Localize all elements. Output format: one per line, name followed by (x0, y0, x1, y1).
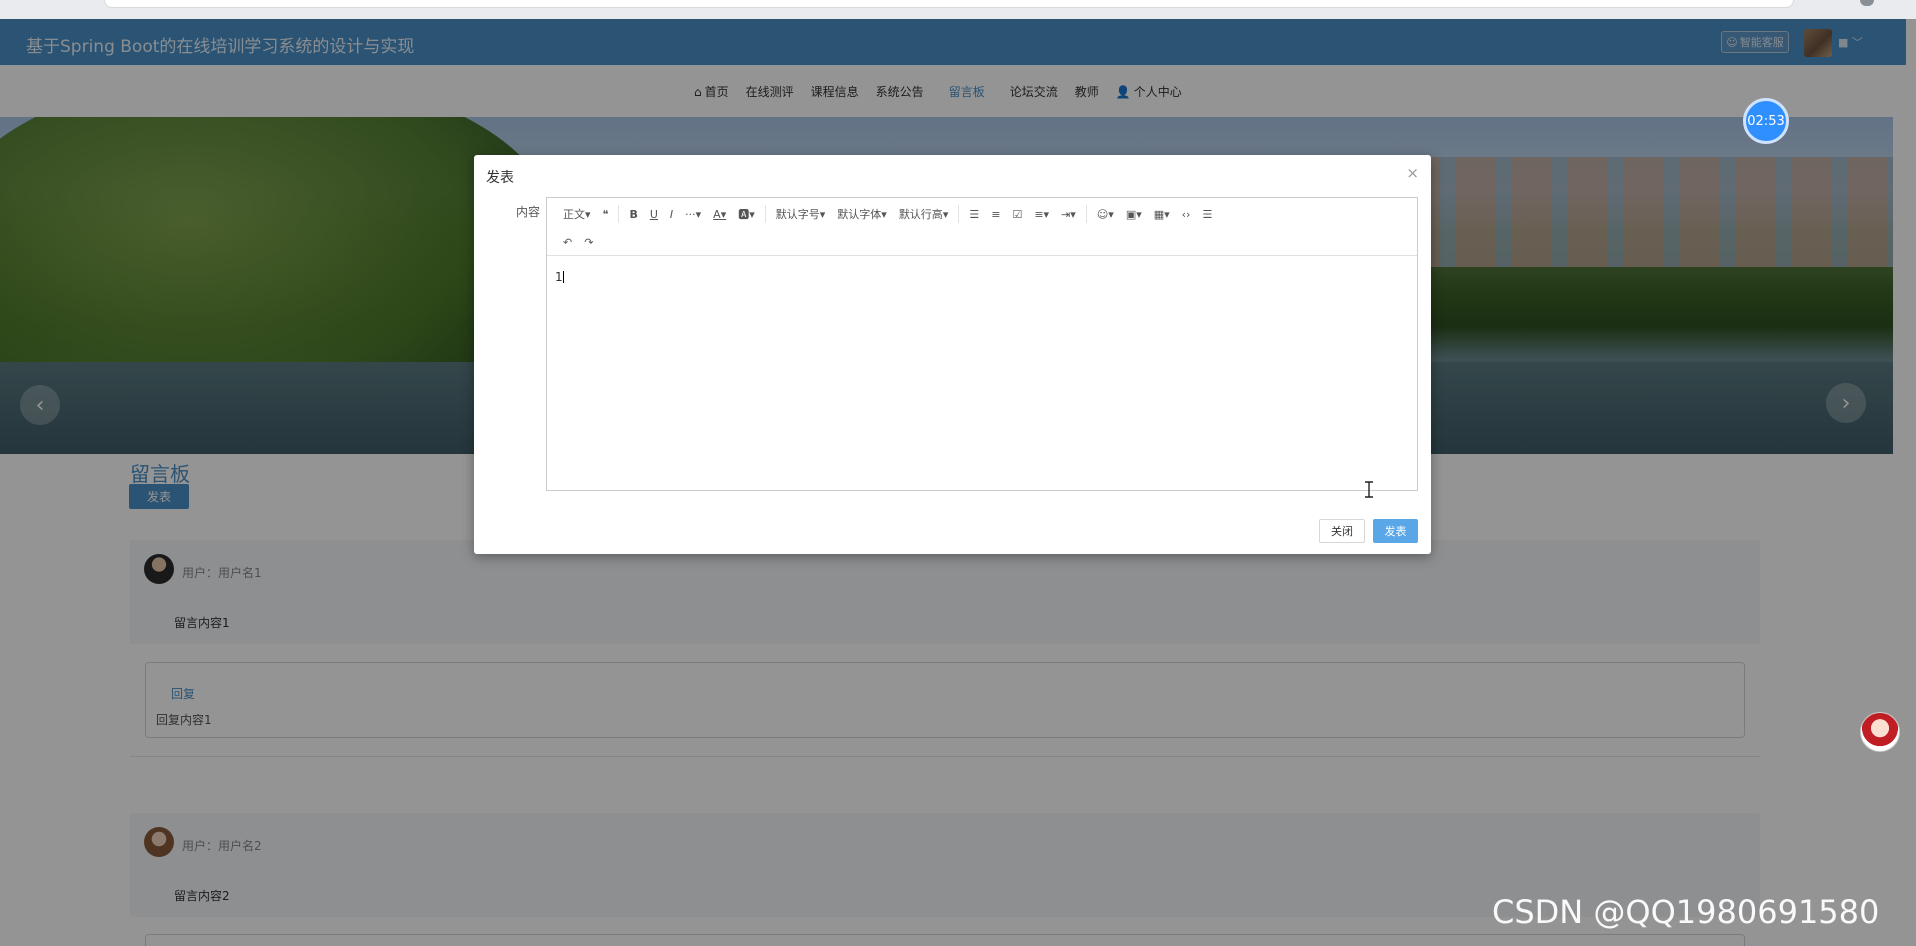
font-size-label: 默认字号 (775, 208, 820, 221)
editor-value: 1 (555, 270, 563, 284)
content-label: 内容 (516, 205, 541, 219)
paragraph-label: 正文 (563, 208, 585, 221)
image-icon[interactable]: ▣▾ (1120, 204, 1148, 224)
font-family-label: 默认字体 (837, 208, 882, 221)
browser-control-icon[interactable] (1860, 0, 1874, 6)
browser-top-bar (0, 0, 1916, 19)
font-family-select[interactable]: 默认字体 ▾ (831, 204, 893, 224)
redo-icon[interactable]: ↷ (578, 232, 599, 252)
timer-badge: 02:53 (1743, 98, 1789, 144)
line-height-select[interactable]: 默认行高 ▾ (893, 204, 955, 224)
editor-toolbar: 正文 ▾ ❝ B U I ···▾ A▾ 🅰▾ 默认字号 ▾ 默认字体 ▾ 默认行高 ▾… (547, 198, 1417, 256)
underline-icon[interactable]: U (644, 204, 664, 224)
caret-down-icon: ▾ (585, 207, 591, 221)
dialog-title: 发表 (486, 170, 514, 186)
address-bar[interactable] (104, 0, 1794, 8)
italic-icon[interactable]: I (664, 204, 679, 224)
rich-text-editor: 正文 ▾ ❝ B U I ···▾ A▾ 🅰▾ 默认字号 ▾ 默认字体 ▾ 默认行高 ▾… (546, 197, 1418, 491)
editor-content-area[interactable]: 1 (547, 256, 1417, 490)
code-icon[interactable]: ‹› (1176, 204, 1197, 224)
bold-icon[interactable]: B (623, 204, 643, 224)
toolbar-separator (764, 205, 766, 223)
font-size-select[interactable]: 默认字号 ▾ (770, 204, 832, 224)
toolbar-separator (1085, 205, 1087, 223)
text-caret (562, 271, 564, 283)
todo-list-icon[interactable]: ☑ (1006, 204, 1028, 224)
background-color-icon[interactable]: 🅰▾ (732, 204, 761, 224)
indent-icon[interactable]: ⇥▾ (1055, 204, 1082, 224)
numbered-list-icon[interactable]: ≡ (985, 204, 1006, 224)
watermark: CSDN @QQ1980691580 (1492, 893, 1880, 931)
toolbar-separator (958, 205, 960, 223)
assistant-avatar-icon[interactable] (1860, 712, 1900, 752)
close-icon[interactable]: × (1406, 164, 1419, 182)
align-icon[interactable]: ≡▾ (1028, 204, 1055, 224)
undo-icon[interactable]: ↶ (557, 232, 578, 252)
submit-button[interactable]: 发表 (1373, 519, 1418, 543)
emoji-icon[interactable]: ☺▾ (1091, 204, 1120, 224)
divider-line-icon[interactable]: ☰ (1196, 204, 1218, 224)
text-cursor-icon (1365, 481, 1373, 498)
publish-dialog: 发表 × 内容 正文 ▾ ❝ B U I ···▾ A▾ 🅰▾ 默认字号 ▾ 默认字… (474, 155, 1431, 554)
bulleted-list-icon[interactable]: ☰ (963, 204, 985, 224)
editor-text: 1 (555, 270, 564, 284)
line-height-label: 默认行高 (898, 208, 943, 221)
more-style-icon[interactable]: ···▾ (679, 204, 707, 224)
font-color-icon[interactable]: A▾ (707, 204, 732, 224)
toolbar-separator (618, 205, 620, 223)
close-button[interactable]: 关闭 (1319, 519, 1365, 543)
paragraph-format-select[interactable]: 正文 ▾ (557, 204, 597, 224)
quote-icon[interactable]: ❝ (597, 204, 615, 224)
table-icon[interactable]: ▦▾ (1148, 204, 1176, 224)
